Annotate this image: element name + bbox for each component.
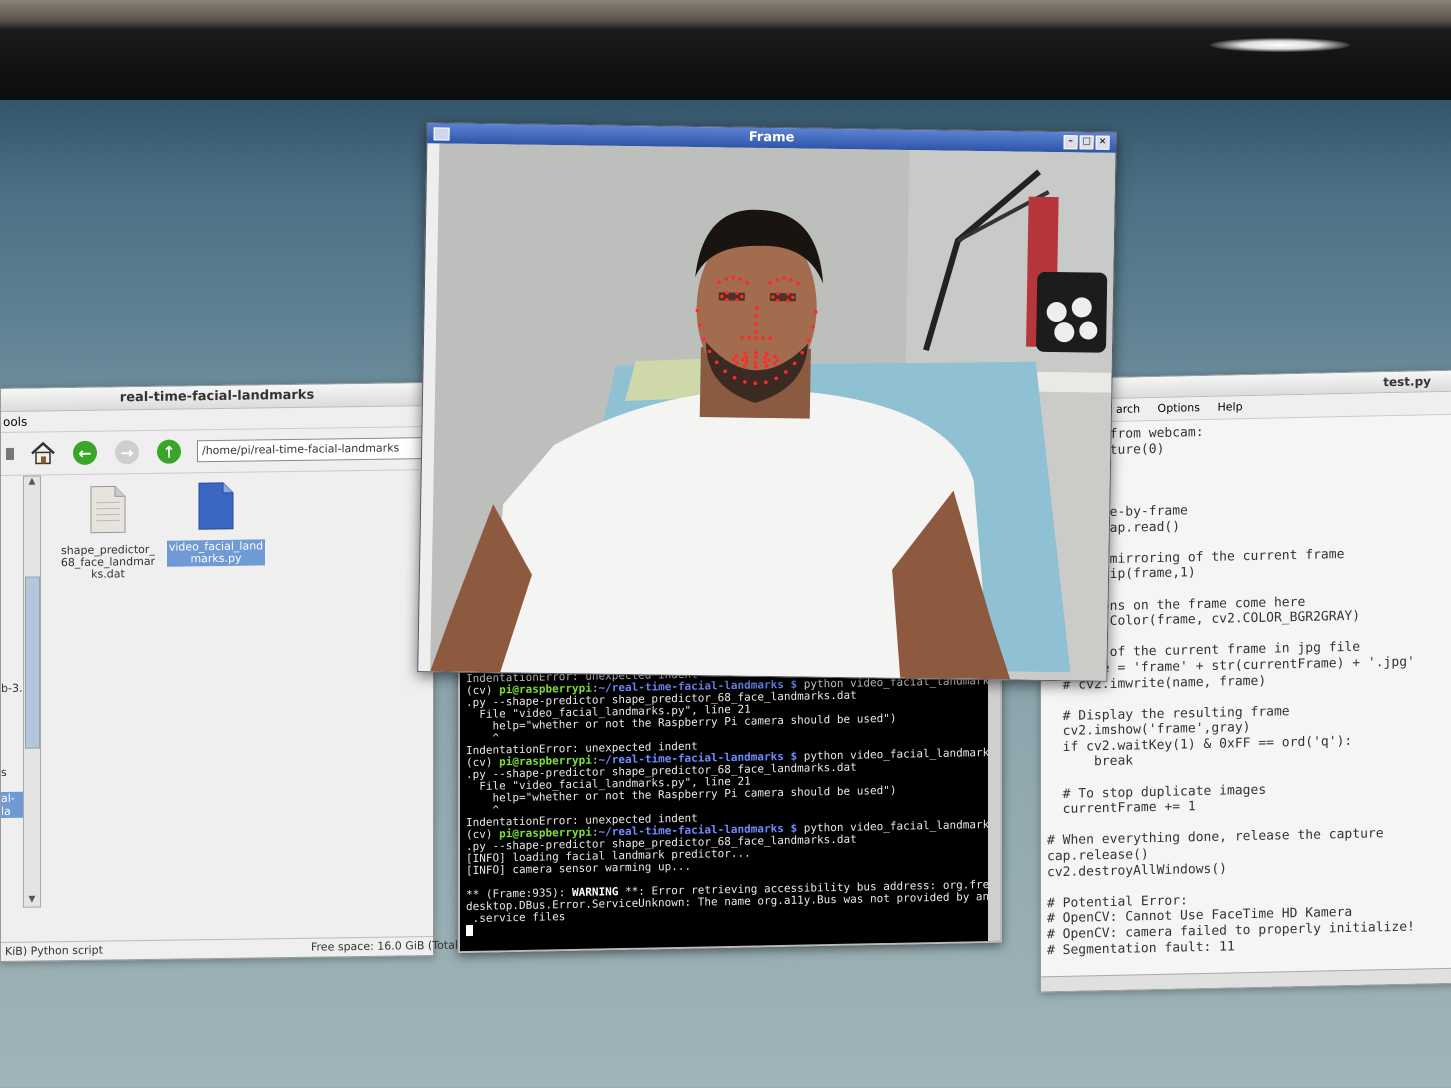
menu-help[interactable]: Help: [1218, 400, 1243, 414]
scroll-up-icon[interactable]: ▲: [24, 476, 40, 487]
window-menu-icon[interactable]: [433, 127, 450, 141]
document-icon: [90, 485, 126, 534]
frame-window: Frame – □ ×: [417, 122, 1117, 682]
terminal-text: .service files: [466, 910, 566, 926]
vertical-scrollbar[interactable]: ▲ ▼: [23, 475, 41, 908]
forward-button[interactable]: →: [113, 438, 141, 466]
menu-search[interactable]: arch: [1116, 402, 1140, 416]
maximize-icon[interactable]: □: [1079, 135, 1094, 150]
horizontal-scrollbar[interactable]: [1041, 967, 1451, 992]
side-text-2: s: [1, 765, 7, 780]
minimize-icon[interactable]: –: [1063, 135, 1078, 150]
terminal-scrollbar[interactable]: [988, 658, 1000, 942]
drive-button[interactable]: [5, 440, 15, 468]
side-text-1: b-3.: [1, 681, 23, 696]
webcam-scene: [430, 143, 1116, 681]
terminal-cursor: [466, 924, 473, 937]
status-free-space: Free space: 16.0 GiB (Total:: [311, 938, 462, 954]
file-manager-toolbar: ← → ↑ /home/pi/real-time-facial-landmark…: [1, 426, 433, 477]
file-label: video_facial_land marks.py: [166, 539, 266, 567]
file-list-area: b-3. s al-la ▲ ▼ shape_predictor_ 68_fac…: [1, 470, 433, 916]
status-file-info: KiB) Python script: [5, 943, 103, 958]
terminal-output: IndentationError: unexpected indent (cv) …: [460, 659, 1000, 947]
menu-options[interactable]: Options: [1158, 401, 1200, 415]
arrow-up-icon: ↑: [157, 439, 181, 464]
screen-glare: [1210, 38, 1350, 52]
frame-title: Frame: [748, 129, 795, 146]
file-item-video-facial-landmarks[interactable]: video_facial_land marks.py: [161, 480, 271, 567]
terminal-window[interactable]: IndentationError: unexpected indent (cv) …: [458, 656, 1002, 954]
drive-icon: [6, 447, 14, 460]
back-button[interactable]: ←: [71, 439, 99, 467]
home-button[interactable]: [29, 439, 57, 467]
scroll-down-icon[interactable]: ▼: [24, 894, 40, 905]
file-manager-window: real-time-facial-landmarks ools ← → ↑ /h…: [0, 381, 462, 963]
file-item-shape-predictor[interactable]: shape_predictor_ 68_face_landmar ks.dat: [53, 484, 163, 583]
status-bar: KiB) Python script Free space: 16.0 GiB …: [1, 935, 462, 962]
file-label: shape_predictor_ 68_face_landmar ks.dat: [60, 542, 156, 581]
close-icon[interactable]: ×: [1095, 135, 1110, 150]
up-button[interactable]: ↑: [155, 437, 183, 465]
arrow-left-icon: ←: [73, 440, 97, 466]
side-item-selected[interactable]: al-la: [1, 791, 23, 819]
home-icon: [31, 441, 55, 465]
webcam-video: [430, 143, 1116, 681]
arrow-right-icon: →: [115, 440, 139, 465]
path-input[interactable]: /home/pi/real-time-facial-landmarks: [197, 437, 431, 463]
python-file-icon: [198, 482, 234, 530]
scrollbar-thumb[interactable]: [25, 576, 40, 749]
